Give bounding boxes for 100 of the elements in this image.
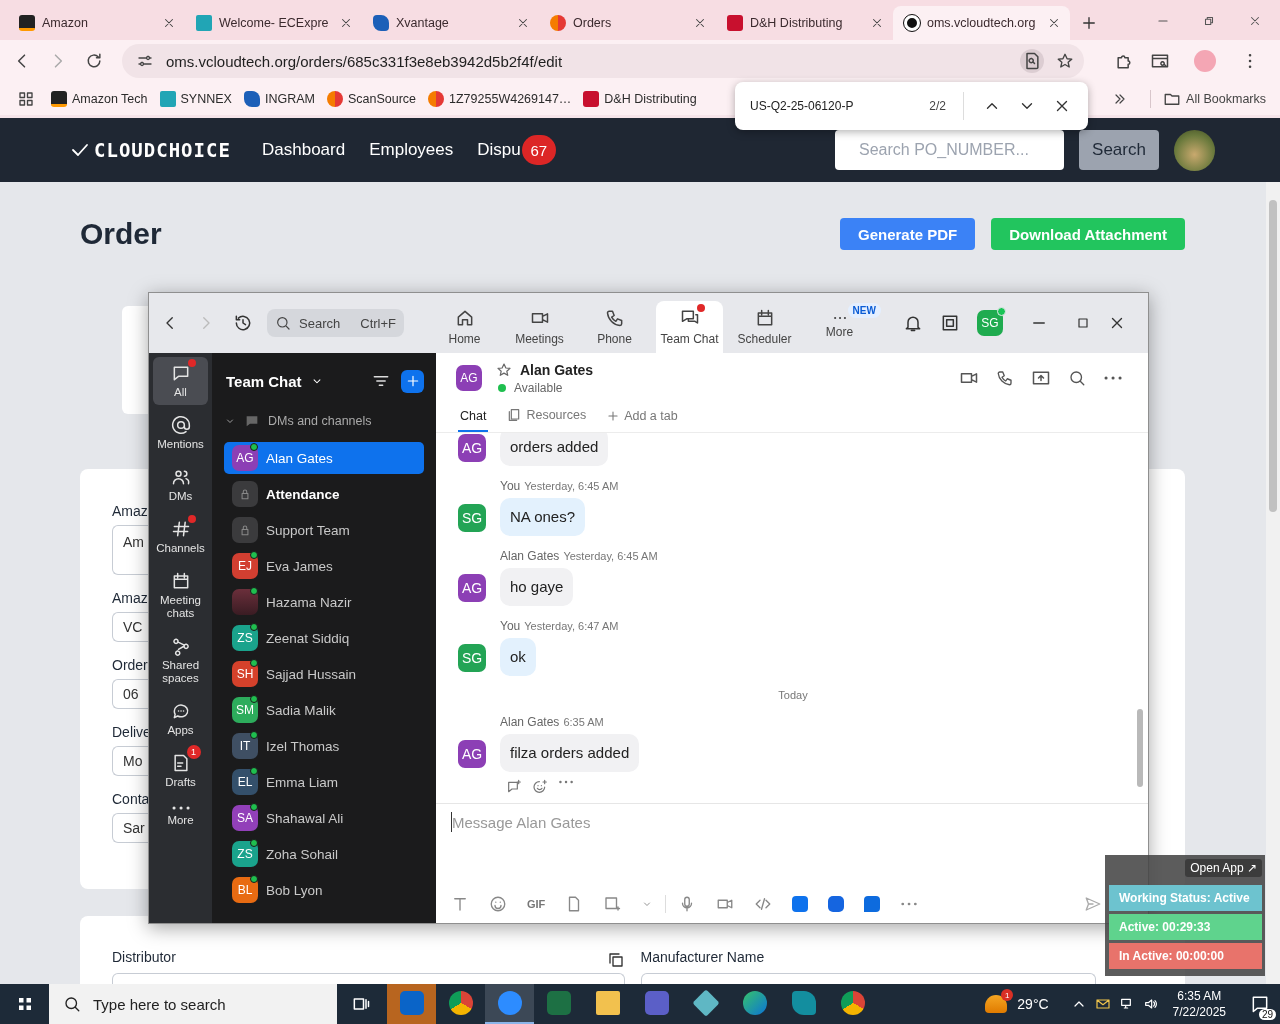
address-bar[interactable]: oms.vcloudtech.org/orders/685c331f3e8eb3942d5b2f4f/edit <box>122 44 1084 78</box>
nav-link[interactable]: Dashboard <box>262 140 346 160</box>
contact-item[interactable]: BL Bob Lyon <box>224 874 424 906</box>
avatar: SG <box>458 504 486 532</box>
gif-button[interactable]: GIF <box>527 898 546 910</box>
message-bubble: orders added <box>500 433 609 466</box>
count-badge: 1 <box>186 745 201 759</box>
nav-tab[interactable]: Meetings <box>502 301 577 353</box>
sender-name: You <box>500 619 521 634</box>
sidebar-item[interactable]: 1 Drafts <box>153 747 208 795</box>
message-bubble: filza orders added <box>500 734 640 772</box>
count-badge: 1 <box>1001 989 1014 1001</box>
team-chat-dropdown[interactable]: Team Chat <box>226 372 324 390</box>
page-title: Order <box>80 217 162 251</box>
avatar: SA <box>232 805 258 831</box>
section-header[interactable]: DMs and channels <box>224 409 424 433</box>
message-bubble: ho gaye <box>500 568 574 606</box>
search-field[interactable]: Search Ctrl+F <box>267 309 404 337</box>
search-button[interactable]: Search <box>1079 130 1159 170</box>
contact-item[interactable]: IT Izel Thomas <box>224 730 424 762</box>
contact-item[interactable]: Hazama Nazir <box>224 586 424 618</box>
field-label: Amaz <box>112 503 148 519</box>
open-app-link[interactable]: Open App ↗ <box>1185 859 1262 877</box>
chat-tab[interactable]: Chat <box>458 409 489 432</box>
contact-item[interactable]: EJ Eva James <box>224 550 424 582</box>
avatar: EJ <box>232 553 258 579</box>
browser-tab[interactable]: Amazon <box>8 6 185 40</box>
sidebar-item[interactable]: All <box>153 357 208 405</box>
sidebar-item[interactable]: DMs <box>153 461 208 509</box>
contact-item[interactable]: SH Sajjad Hussain <box>224 658 424 690</box>
status-text: Available <box>514 380 563 395</box>
browser-tab[interactable]: oms.vcloudtech.org <box>893 6 1070 40</box>
avatar: ZS <box>232 841 258 867</box>
nav-link[interactable]: Dispu <box>477 140 521 160</box>
chat-tab[interactable]: Resources <box>504 407 589 432</box>
chat-tab[interactable]: Add a tab <box>604 409 680 432</box>
clock-date: 7/22/2025 <box>1172 1004 1226 1020</box>
bookmark-link[interactable]: 1Z79255W4269147… <box>428 90 572 107</box>
contact-item[interactable]: ZS Zeenat Siddiq <box>224 622 424 654</box>
avatar: AG <box>456 365 482 391</box>
contact-item[interactable]: AG Alan Gates <box>224 442 424 474</box>
contact-item[interactable]: SM Sadia Malik <box>224 694 424 726</box>
find-query: US-Q2-25-06120-P <box>750 99 855 113</box>
bookmark-link[interactable]: Amazon Tech <box>51 90 148 107</box>
message-bubble: ok <box>500 638 536 676</box>
field-label: Distributor <box>112 949 176 965</box>
search-field[interactable]: Search PO_NUMBER... <box>835 130 1064 170</box>
contact-item[interactable]: ZS Zoha Sohail <box>224 838 424 870</box>
field-label: Manufacturer Name <box>640 949 765 965</box>
bookmark-link[interactable]: INGRAM <box>243 90 315 107</box>
nav-tab[interactable]: Phone <box>577 301 652 353</box>
bookmark-link[interactable]: ScanSource <box>326 90 417 107</box>
avatar: AG <box>458 574 486 602</box>
nav-link[interactable]: Employees <box>369 140 454 160</box>
bookmark-link[interactable]: SYNNEX <box>159 90 232 107</box>
sidebar-item[interactable]: Apps <box>153 695 208 743</box>
nav-tab[interactable]: Team Chat <box>656 301 723 353</box>
browser-tab[interactable]: Xvantage <box>362 6 539 40</box>
status-row: In Active: 00:00:00 <box>1109 943 1262 969</box>
notifications-button[interactable]: 29 <box>1240 984 1280 1024</box>
avatar: EL <box>232 769 258 795</box>
status-row: Active: 00:29:33 <box>1109 914 1262 940</box>
sidebar-item[interactable]: Channels <box>153 513 208 561</box>
message-time: Yesterday, 6:45 AM <box>563 549 658 564</box>
avatar: IT <box>232 733 258 759</box>
sidebar-item[interactable]: Mentions <box>153 409 208 457</box>
contact-item[interactable]: SA Shahawal Ali <box>224 802 424 834</box>
match-count: 2/2 <box>929 99 946 113</box>
avatar: ZS <box>232 625 258 651</box>
avatar: BL <box>232 877 258 903</box>
status-row: Working Status: Active <box>1109 885 1262 911</box>
message-bubble: NA ones? <box>500 498 586 536</box>
field-label: Order <box>112 657 148 673</box>
count-badge: 67 <box>521 135 556 165</box>
sender-name: Alan Gates <box>500 549 560 564</box>
message-time: Yesterday, 6:47 AM <box>524 619 619 634</box>
avatar: SM <box>232 697 258 723</box>
date-divider: Today <box>777 689 809 701</box>
sidebar-item[interactable]: Meeting chats <box>153 565 208 626</box>
browser-tab[interactable]: D&H Distributing <box>716 6 893 40</box>
search-field[interactable]: Type here to search <box>49 984 337 1024</box>
bookmark-link[interactable]: D&H Distributing <box>583 90 697 107</box>
contact-item[interactable]: EL Emma Liam <box>224 766 424 798</box>
contact-item[interactable]: Support Team <box>224 514 424 546</box>
bookmark-folder[interactable]: All Bookmarks <box>1150 89 1266 108</box>
sender-name: Alan Gates <box>500 715 560 730</box>
avatar: AG <box>458 434 486 462</box>
avatar: SH <box>232 661 258 687</box>
sidebar-item[interactable]: More <box>153 799 208 833</box>
sidebar-item[interactable]: Shared spaces <box>153 630 208 691</box>
generate-button[interactable]: Generate PDF <box>840 218 976 250</box>
avatar: AG <box>458 740 486 768</box>
field-label: Conta <box>112 791 150 807</box>
message-time: 6:35 AM <box>563 715 604 730</box>
nav-tab[interactable]: Scheduler <box>727 301 802 353</box>
nav-tab[interactable]: Home <box>427 301 502 353</box>
browser-tab[interactable]: Welcome- ECExpre <box>185 6 362 40</box>
browser-tab[interactable]: Orders <box>539 6 716 40</box>
contact-item[interactable]: Attendance <box>224 478 424 510</box>
new-badge: NEW <box>847 303 881 318</box>
